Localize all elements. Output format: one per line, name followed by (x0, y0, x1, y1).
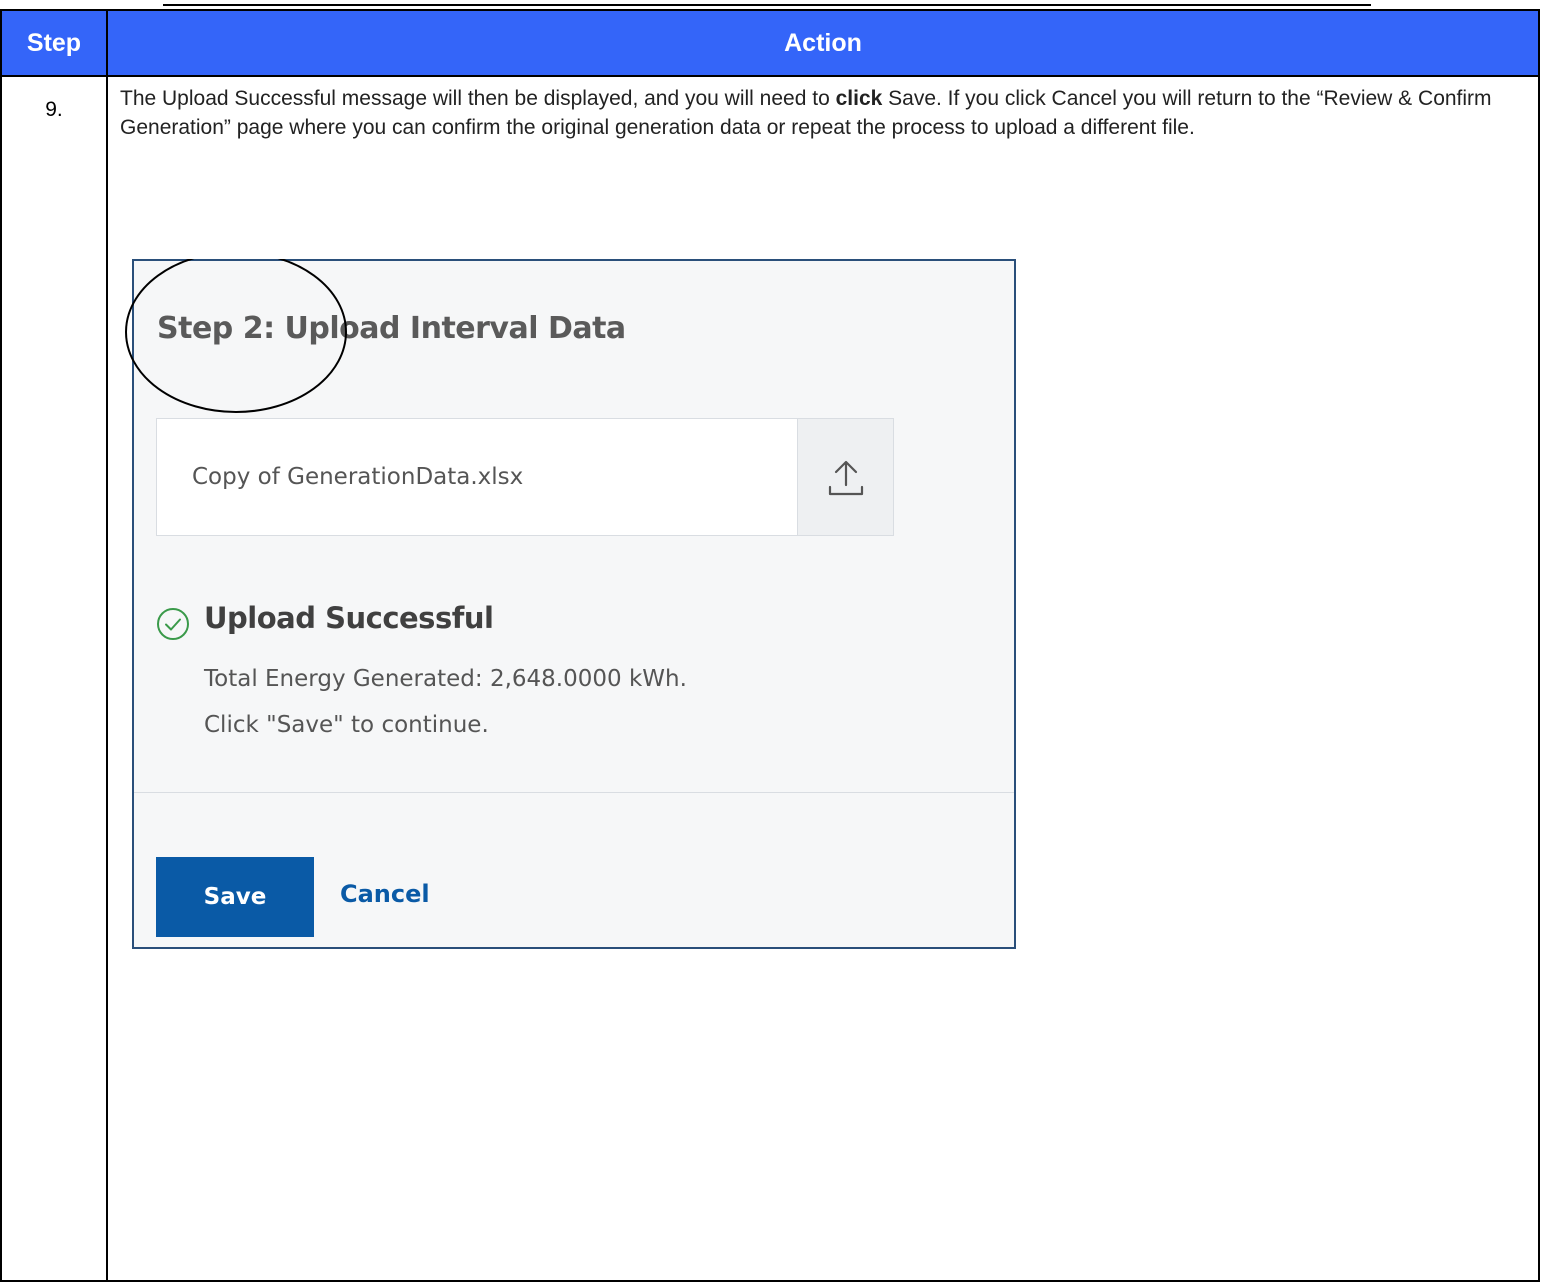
instruction-text: The Upload Successful message will then … (120, 84, 1530, 142)
panel-title: Step 2: Upload Interval Data (157, 311, 626, 346)
success-title: Upload Successful (204, 601, 494, 635)
procedure-table: Step Action 9. The Upload Successful mes… (0, 9, 1540, 1282)
step-number: 9. (45, 98, 63, 121)
save-button[interactable]: Save (156, 857, 314, 937)
header-action: Action (106, 9, 1540, 77)
document-page: Step Action 9. The Upload Successful mes… (0, 0, 1543, 1282)
divider (134, 792, 1014, 793)
table-row: 9. The Upload Successful message will th… (0, 75, 1540, 1282)
table-header-row: Step Action (0, 9, 1540, 77)
action-cell: The Upload Successful message will then … (106, 75, 1540, 1282)
upload-panel: Step 2: Upload Interval Data Copy of Gen… (132, 259, 1016, 949)
cancel-link[interactable]: Cancel (340, 880, 430, 908)
step-cell: 9. (0, 75, 108, 1282)
top-rule (163, 4, 1371, 6)
check-circle-icon (157, 608, 189, 640)
upload-button[interactable] (797, 419, 893, 535)
file-input[interactable]: Copy of GenerationData.xlsx (156, 418, 894, 536)
upload-icon (828, 460, 864, 496)
file-name: Copy of GenerationData.xlsx (192, 464, 524, 490)
embedded-screenshot: Step 2: Upload Interval Data Copy of Gen… (122, 259, 1022, 959)
header-step: Step (0, 9, 108, 77)
total-energy-text: Total Energy Generated: 2,648.0000 kWh. (204, 666, 687, 692)
continue-hint: Click "Save" to continue. (204, 712, 489, 738)
instruction-part1: The Upload Successful message will then … (120, 87, 836, 110)
instruction-bold: click (835, 87, 883, 110)
